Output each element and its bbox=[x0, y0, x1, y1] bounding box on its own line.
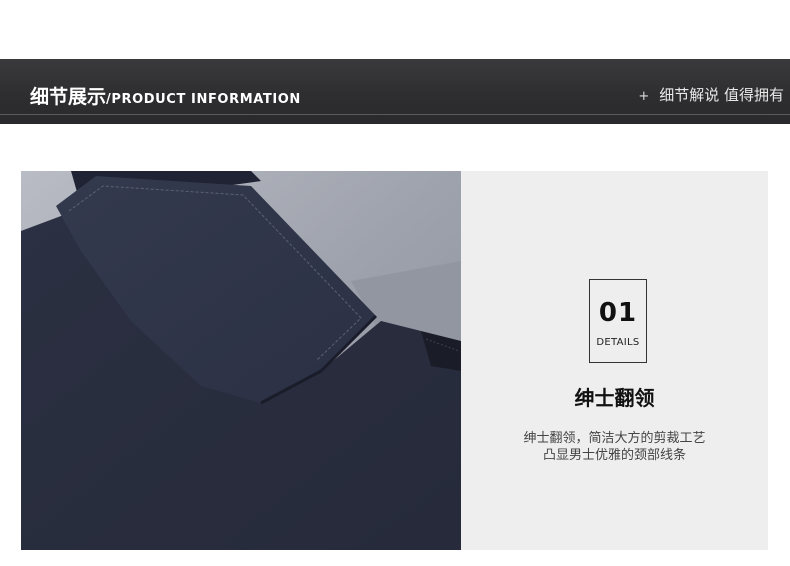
section-title-cn: 细节展示 bbox=[30, 86, 107, 108]
feature-title: 绅士翻领 bbox=[574, 386, 655, 410]
section-title: 细节展示/PRODUCT INFORMATION bbox=[30, 82, 301, 109]
feature-description-line2: 凸显男士优雅的颈部线条 bbox=[542, 448, 686, 463]
detail-info-panel: 01 DETAILS 绅士翻领 绅士翻领，简洁大方的剪裁工艺 凸显男士优雅的颈部… bbox=[461, 171, 768, 550]
detail-number-box: 01 DETAILS bbox=[589, 279, 647, 363]
plus-icon: + bbox=[638, 89, 650, 104]
section-header-banner: 细节展示/PRODUCT INFORMATION + 细节解说 值得拥有 bbox=[0, 59, 790, 124]
details-label: DETAILS bbox=[596, 337, 640, 348]
detail-number: 01 bbox=[598, 298, 638, 328]
tagline-text: 细节解说 值得拥有 bbox=[659, 86, 784, 104]
banner-divider bbox=[0, 114, 790, 115]
section-title-en: /PRODUCT INFORMATION bbox=[106, 92, 301, 107]
section-tagline: + 细节解说 值得拥有 bbox=[638, 84, 784, 105]
collar-detail-photo bbox=[21, 171, 461, 550]
